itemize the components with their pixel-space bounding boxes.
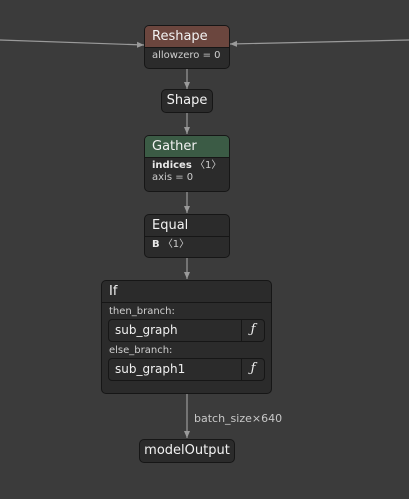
attr-allowzero: allowzero = 0	[152, 50, 221, 61]
input-b-name: B	[152, 239, 160, 250]
edge-if-output-label: batch_size×640	[194, 412, 283, 425]
attr-axis: axis = 0	[152, 172, 194, 183]
input-indices: indices 〈1〉	[152, 160, 222, 172]
edge-right-input	[229, 39, 409, 47]
node-if[interactable]: If then_branch: sub_graph ƒ else_branch:…	[101, 280, 272, 394]
node-equal-attrs: B 〈1〉	[145, 236, 229, 254]
else-branch-value: sub_graph1	[115, 362, 186, 376]
input-b: B 〈1〉	[152, 239, 222, 251]
input-indices-shape: 〈1〉	[194, 160, 222, 171]
node-if-attrs: then_branch: sub_graph ƒ else_branch: su…	[102, 302, 271, 385]
node-gather-attrs: indices 〈1〉 axis = 0	[145, 157, 229, 187]
then-branch-field[interactable]: sub_graph ƒ	[108, 319, 265, 342]
else-branch-label: else_branch:	[109, 345, 173, 356]
else-branch-function-icon[interactable]: ƒ	[241, 359, 264, 380]
node-model-output[interactable]: modelOutput	[139, 439, 235, 463]
node-gather-title: Gather	[145, 136, 229, 157]
then-branch-label: then_branch:	[109, 306, 175, 317]
node-reshape-attrs: allowzero = 0	[145, 47, 229, 65]
input-b-shape: 〈1〉	[162, 239, 190, 250]
then-branch-function-icon[interactable]: ƒ	[241, 320, 264, 341]
then-branch-value: sub_graph	[115, 323, 178, 337]
node-if-title: If	[109, 284, 118, 299]
else-branch-field[interactable]: sub_graph1 ƒ	[108, 358, 265, 381]
input-indices-name: indices	[152, 160, 192, 171]
node-gather[interactable]: Gather indices 〈1〉 axis = 0	[144, 135, 230, 192]
node-equal[interactable]: Equal B 〈1〉	[144, 214, 230, 258]
node-shape[interactable]: Shape	[161, 89, 213, 113]
node-equal-title: Equal	[152, 218, 189, 233]
node-reshape[interactable]: Reshape allowzero = 0	[144, 25, 230, 69]
node-reshape-title: Reshape	[145, 26, 229, 47]
edge-left-input	[0, 39, 145, 48]
